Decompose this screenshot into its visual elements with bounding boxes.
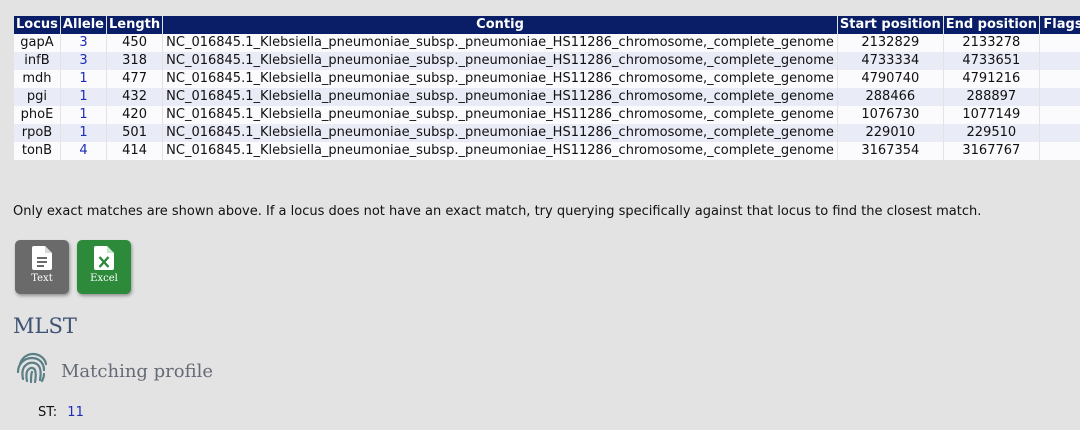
cell-contig: NC_016845.1_Klebsiella_pneumoniae_subsp.…	[163, 34, 837, 52]
col-header-end[interactable]: End position	[943, 16, 1039, 34]
cell-end: 229510	[943, 124, 1039, 142]
cell-locus: mdh	[14, 70, 60, 88]
cell-end: 288897	[943, 88, 1039, 106]
export-text-label: Text	[31, 273, 53, 284]
export-buttons: Text Excel	[15, 240, 131, 294]
cell-flags	[1039, 106, 1080, 124]
cell-start: 288466	[837, 88, 943, 106]
st-result: ST: 11	[38, 405, 84, 420]
table-row: pgi 1 432 NC_016845.1_Klebsiella_pneumoniae…	[14, 88, 1080, 106]
cell-allele: 3	[60, 34, 106, 52]
export-excel-button[interactable]: Excel	[77, 240, 131, 294]
cell-locus: tonB	[14, 142, 60, 160]
cell-flags	[1039, 70, 1080, 88]
text-file-icon	[32, 246, 52, 270]
cell-end: 4791216	[943, 70, 1039, 88]
cell-allele: 4	[60, 142, 106, 160]
cell-allele: 1	[60, 88, 106, 106]
cell-locus: infB	[14, 52, 60, 70]
col-header-length[interactable]: Length	[107, 16, 163, 34]
cell-contig: NC_016845.1_Klebsiella_pneumoniae_subsp.…	[163, 70, 837, 88]
cell-locus: rpoB	[14, 124, 60, 142]
cell-allele: 1	[60, 70, 106, 88]
cell-flags	[1039, 88, 1080, 106]
mlst-heading: MLST	[13, 314, 77, 338]
cell-allele: 1	[60, 124, 106, 142]
cell-length: 501	[107, 124, 163, 142]
fingerprint-icon	[16, 352, 48, 384]
cell-end: 2133278	[943, 34, 1039, 52]
cell-start: 3167354	[837, 142, 943, 160]
table-row: gapA 3 450 NC_016845.1_Klebsiella_pneumonia…	[14, 34, 1080, 52]
allele-link[interactable]: 3	[79, 53, 87, 68]
cell-start: 1076730	[837, 106, 943, 124]
cell-locus: pgi	[14, 88, 60, 106]
allele-link[interactable]: 1	[79, 71, 87, 86]
cell-locus: phoE	[14, 106, 60, 124]
col-header-flags[interactable]: Flags	[1039, 16, 1080, 34]
cell-flags	[1039, 142, 1080, 160]
col-header-locus[interactable]: Locus	[14, 16, 60, 34]
cell-start: 2132829	[837, 34, 943, 52]
st-label: ST:	[38, 405, 58, 420]
cell-contig: NC_016845.1_Klebsiella_pneumoniae_subsp.…	[163, 142, 837, 160]
cell-length: 450	[107, 34, 163, 52]
allele-link[interactable]: 1	[79, 107, 87, 122]
matching-profile-header: Matching profile	[15, 352, 213, 384]
table-row: mdh 1 477 NC_016845.1_Klebsiella_pneumoniae…	[14, 70, 1080, 88]
cell-length: 318	[107, 52, 163, 70]
cell-allele: 1	[60, 106, 106, 124]
col-header-start[interactable]: Start position	[837, 16, 943, 34]
table-header-row: Locus Allele Length Contig Start positio…	[14, 16, 1080, 34]
export-text-button[interactable]: Text	[15, 240, 69, 294]
results-table: Locus Allele Length Contig Start positio…	[13, 16, 1080, 160]
col-header-contig[interactable]: Contig	[163, 16, 837, 34]
allele-link[interactable]: 3	[79, 35, 87, 50]
cell-start: 4733334	[837, 52, 943, 70]
exact-match-note: Only exact matches are shown above. If a…	[13, 204, 982, 219]
cell-contig: NC_016845.1_Klebsiella_pneumoniae_subsp.…	[163, 106, 837, 124]
cell-start: 4790740	[837, 70, 943, 88]
matching-profile-title: Matching profile	[61, 360, 214, 382]
table-row: infB 3 318 NC_016845.1_Klebsiella_pneumonia…	[14, 52, 1080, 70]
cell-end: 3167767	[943, 142, 1039, 160]
export-excel-label: Excel	[90, 273, 118, 284]
cell-flags	[1039, 34, 1080, 52]
cell-length: 414	[107, 142, 163, 160]
table-row: phoE 1 420 NC_016845.1_Klebsiella_pneumonia…	[14, 106, 1080, 124]
table-row: rpoB 1 501 NC_016845.1_Klebsiella_pneumonia…	[14, 124, 1080, 142]
excel-file-icon	[94, 246, 114, 270]
cell-length: 432	[107, 88, 163, 106]
cell-allele: 3	[60, 52, 106, 70]
cell-length: 420	[107, 106, 163, 124]
table-row: tonB 4 414 NC_016845.1_Klebsiella_pneumonia…	[14, 142, 1080, 160]
cell-contig: NC_016845.1_Klebsiella_pneumoniae_subsp.…	[163, 124, 837, 142]
cell-contig: NC_016845.1_Klebsiella_pneumoniae_subsp.…	[163, 88, 837, 106]
cell-end: 1077149	[943, 106, 1039, 124]
allele-link[interactable]: 1	[79, 89, 87, 104]
col-header-allele[interactable]: Allele	[60, 16, 106, 34]
cell-length: 477	[107, 70, 163, 88]
allele-link[interactable]: 4	[79, 143, 87, 158]
cell-contig: NC_016845.1_Klebsiella_pneumoniae_subsp.…	[163, 52, 837, 70]
cell-start: 229010	[837, 124, 943, 142]
allele-link[interactable]: 1	[79, 125, 87, 140]
st-value[interactable]: 11	[67, 405, 84, 420]
cell-flags	[1039, 124, 1080, 142]
cell-end: 4733651	[943, 52, 1039, 70]
cell-flags	[1039, 52, 1080, 70]
cell-locus: gapA	[14, 34, 60, 52]
